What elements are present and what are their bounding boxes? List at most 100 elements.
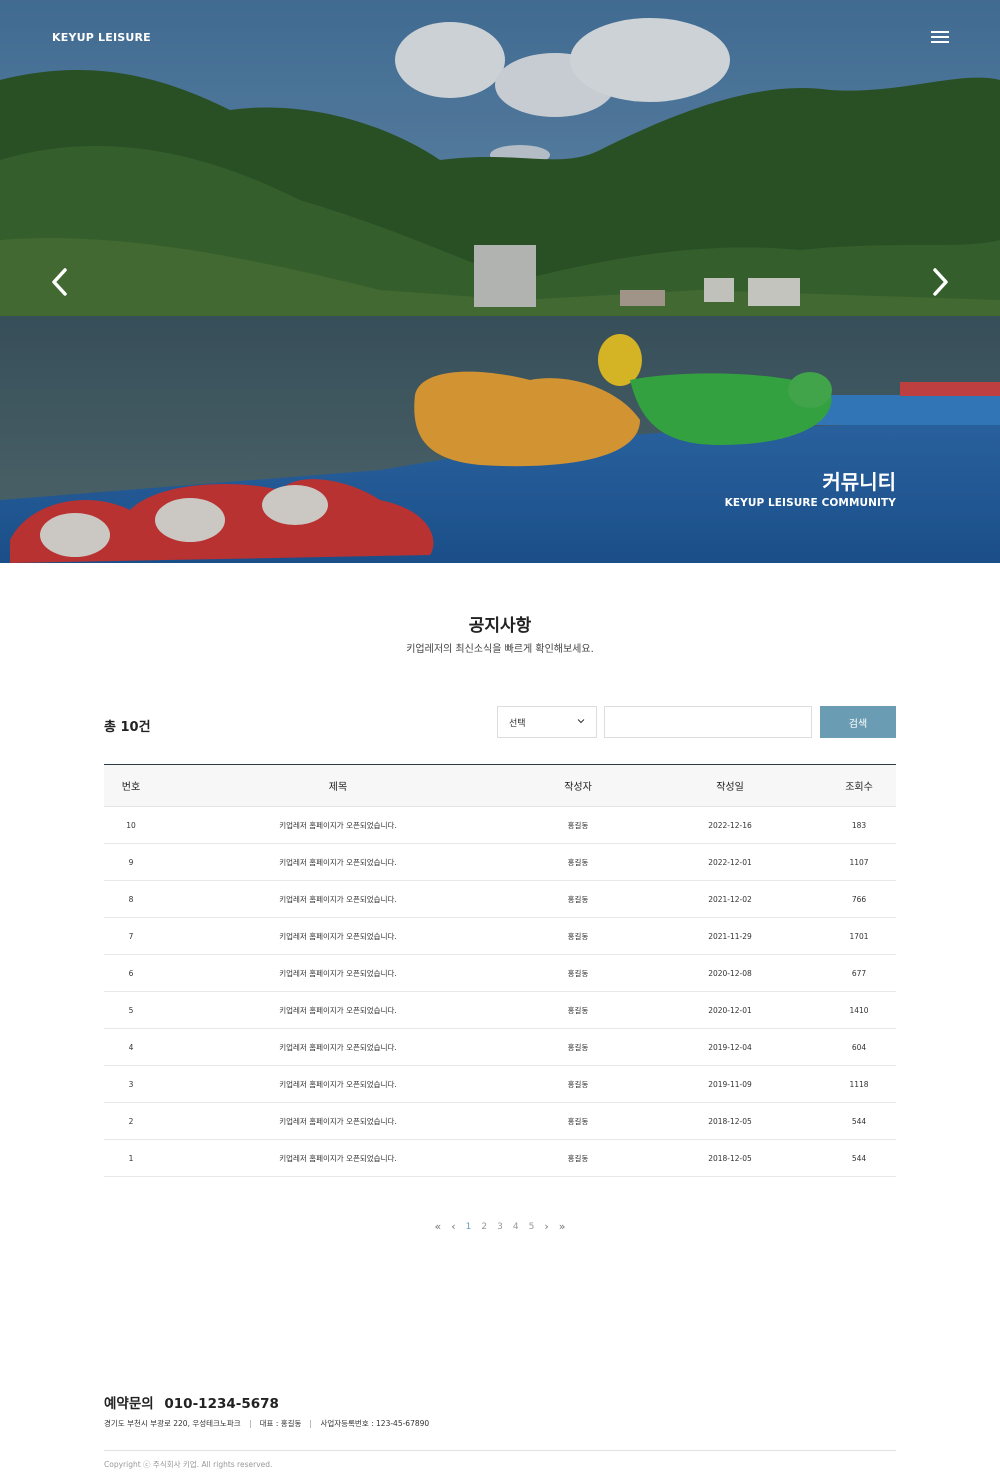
last-page-button[interactable]: » xyxy=(554,1220,571,1233)
row-date: 2020-12-01 xyxy=(708,1005,752,1015)
row-views: 1107 xyxy=(849,857,869,867)
page-description: 키업레저의 최신소식을 빠르게 확인해보세요. xyxy=(406,644,594,655)
row-date: 2021-11-29 xyxy=(708,931,752,941)
header-title: 제목 xyxy=(328,782,348,793)
total-prefix: 총 xyxy=(104,720,116,735)
search-button[interactable]: 검색 xyxy=(820,706,896,738)
row-author: 홍길동 xyxy=(567,968,589,978)
footer-divider xyxy=(104,1450,896,1451)
page-button-2[interactable]: 2 xyxy=(476,1222,492,1232)
select-value: 선택 xyxy=(509,719,526,729)
row-author: 홍길동 xyxy=(567,894,589,904)
page-title: 공지사항 xyxy=(468,616,532,636)
header-date: 작성일 xyxy=(716,782,744,793)
row-number: 8 xyxy=(128,894,134,904)
row-views: 1410 xyxy=(849,1005,869,1015)
table-header: 번호 제목 작성자 작성일 조회수 xyxy=(104,765,896,807)
row-author: 홍길동 xyxy=(567,931,589,941)
page-button-5[interactable]: 5 xyxy=(524,1222,540,1232)
table-row[interactable]: 5 키업레저 홈페이지가 오픈되었습니다. 홍길동 2020-12-01 141… xyxy=(104,992,896,1029)
header-views: 조회수 xyxy=(845,782,873,793)
table-row[interactable]: 4 키업레저 홈페이지가 오픈되었습니다. 홍길동 2019-12-04 604 xyxy=(104,1029,896,1066)
row-views: 1701 xyxy=(849,931,869,941)
row-views: 604 xyxy=(851,1042,867,1052)
row-author: 홍길동 xyxy=(567,1005,589,1015)
row-date: 2018-12-05 xyxy=(708,1153,752,1163)
chevron-down-icon xyxy=(577,719,585,724)
row-author: 홍길동 xyxy=(567,1153,589,1163)
footer-contact: 예약문의 010-1234-5678 xyxy=(104,1392,285,1412)
row-views: 544 xyxy=(851,1116,867,1126)
total-count: 총 10건 xyxy=(104,716,151,735)
row-title-link[interactable]: 키업레저 홈페이지가 오픈되었습니다. xyxy=(158,968,518,979)
row-author: 홍길동 xyxy=(567,1079,589,1089)
footer-biz-no: 사업자등록번호 : 123-45-67890 xyxy=(320,1419,430,1428)
header-author: 작성자 xyxy=(564,782,592,793)
row-date: 2022-12-16 xyxy=(708,820,752,830)
chevron-right-icon xyxy=(933,268,948,296)
row-number: 1 xyxy=(128,1153,134,1163)
row-title-link[interactable]: 키업레저 홈페이지가 오픈되었습니다. xyxy=(158,1153,518,1164)
row-number: 3 xyxy=(128,1079,134,1089)
search-type-select[interactable]: 선택 xyxy=(497,706,597,738)
row-number: 2 xyxy=(128,1116,134,1126)
table-row[interactable]: 3 키업레저 홈페이지가 오픈되었습니다. 홍길동 2019-11-09 111… xyxy=(104,1066,896,1103)
site-logo[interactable]: KEYUP LEISURE xyxy=(52,31,151,44)
table-row[interactable]: 9 키업레저 홈페이지가 오픈되었습니다. 홍길동 2022-12-01 110… xyxy=(104,844,896,881)
row-number: 10 xyxy=(126,820,136,830)
total-count-value: 10건 xyxy=(120,720,151,735)
first-page-button[interactable]: « xyxy=(430,1220,447,1233)
row-author: 홍길동 xyxy=(567,820,589,830)
header-number: 번호 xyxy=(121,782,141,793)
row-views: 183 xyxy=(851,820,867,830)
table-row[interactable]: 10 키업레저 홈페이지가 오픈되었습니다. 홍길동 2022-12-16 18… xyxy=(104,807,896,844)
row-title-link[interactable]: 키업레저 홈페이지가 오픈되었습니다. xyxy=(158,857,518,868)
prev-page-button[interactable]: ‹ xyxy=(446,1220,460,1233)
row-title-link[interactable]: 키업레저 홈페이지가 오픈되었습니다. xyxy=(158,1042,518,1053)
divider xyxy=(310,1419,312,1428)
table-row[interactable]: 2 키업레저 홈페이지가 오픈되었습니다. 홍길동 2018-12-05 544 xyxy=(104,1103,896,1140)
page-button-1[interactable]: 1 xyxy=(461,1222,477,1232)
row-date: 2022-12-01 xyxy=(708,857,752,867)
row-views: 677 xyxy=(851,968,867,978)
table-row[interactable]: 6 키업레저 홈페이지가 오픈되었습니다. 홍길동 2020-12-08 677 xyxy=(104,955,896,992)
hero-title: 커뮤니티 xyxy=(822,470,896,494)
footer-copyright: Copyright ⓒ 주식회사 키업. All rights reserved… xyxy=(104,1460,273,1469)
row-number: 4 xyxy=(128,1042,134,1052)
page-button-4[interactable]: 4 xyxy=(508,1222,524,1232)
row-title-link[interactable]: 키업레저 홈페이지가 오픈되었습니다. xyxy=(158,931,518,942)
row-number: 7 xyxy=(128,931,134,941)
notice-table: 번호 제목 작성자 작성일 조회수 10 키업레저 홈페이지가 오픈되었습니다.… xyxy=(104,764,896,1177)
row-date: 2019-11-09 xyxy=(708,1079,752,1089)
row-views: 1118 xyxy=(849,1079,869,1089)
search-input[interactable] xyxy=(604,706,812,738)
row-date: 2021-12-02 xyxy=(708,894,752,904)
row-date: 2020-12-08 xyxy=(708,968,752,978)
row-author: 홍길동 xyxy=(567,1042,589,1052)
footer-ceo: 대표 : 홍길동 xyxy=(259,1419,302,1428)
row-author: 홍길동 xyxy=(567,857,589,867)
hamburger-menu-icon[interactable] xyxy=(931,31,949,45)
row-number: 6 xyxy=(128,968,134,978)
row-title-link[interactable]: 키업레저 홈페이지가 오픈되었습니다. xyxy=(158,894,518,905)
next-page-button[interactable]: › xyxy=(539,1220,553,1233)
row-title-link[interactable]: 키업레저 홈페이지가 오픈되었습니다. xyxy=(158,820,518,831)
row-title-link[interactable]: 키업레저 홈페이지가 오픈되었습니다. xyxy=(158,1116,518,1127)
footer-info: 경기도 부천시 부광로 220, 우성테크노파크 대표 : 홍길동 사업자등록번… xyxy=(104,1418,429,1429)
slider-next-button[interactable] xyxy=(926,266,954,298)
table-row[interactable]: 1 키업레저 홈페이지가 오픈되었습니다. 홍길동 2018-12-05 544 xyxy=(104,1140,896,1177)
row-date: 2019-12-04 xyxy=(708,1042,752,1052)
table-row[interactable]: 7 키업레저 홈페이지가 오픈되었습니다. 홍길동 2021-11-29 170… xyxy=(104,918,896,955)
slider-prev-button[interactable] xyxy=(46,266,74,298)
row-title-link[interactable]: 키업레저 홈페이지가 오픈되었습니다. xyxy=(158,1079,518,1090)
table-row[interactable]: 8 키업레저 홈페이지가 오픈되었습니다. 홍길동 2021-12-02 766 xyxy=(104,881,896,918)
row-views: 544 xyxy=(851,1153,867,1163)
row-number: 5 xyxy=(128,1005,134,1015)
hero-subtitle: KEYUP LEISURE COMMUNITY xyxy=(724,497,896,509)
contact-label: 예약문의 xyxy=(104,1396,154,1412)
chevron-left-icon xyxy=(52,268,67,296)
row-author: 홍길동 xyxy=(567,1116,589,1126)
page-button-3[interactable]: 3 xyxy=(492,1222,508,1232)
row-title-link[interactable]: 키업레저 홈페이지가 오픈되었습니다. xyxy=(158,1005,518,1016)
footer-address: 경기도 부천시 부광로 220, 우성테크노파크 xyxy=(104,1419,241,1428)
